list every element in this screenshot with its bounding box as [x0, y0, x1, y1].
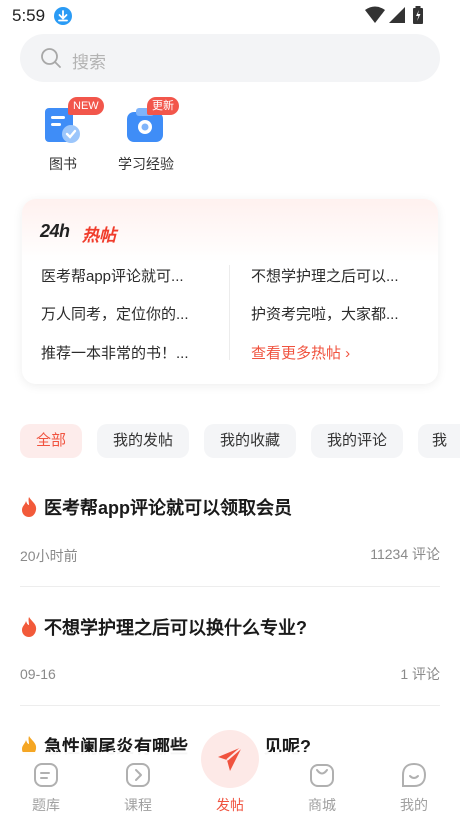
divider: [20, 705, 440, 706]
fire-icon: [22, 497, 37, 517]
nav-course[interactable]: 课程: [98, 752, 178, 818]
nav-shop[interactable]: 商城: [282, 752, 362, 818]
divider: [20, 586, 440, 587]
status-time: 5:59: [12, 6, 46, 25]
post-button[interactable]: [201, 730, 259, 788]
hot-post-link[interactable]: 医考帮app评论就可...: [41, 265, 216, 286]
question-bank-icon: [34, 763, 58, 787]
hot-posts-title-prefix: 24h: [40, 221, 70, 241]
update-badge: 更新: [147, 97, 179, 115]
tab-my-comments[interactable]: 我的评论: [311, 424, 403, 458]
tab-partial[interactable]: 我: [418, 424, 460, 458]
hot-post-link[interactable]: 万人同考，定位你的...: [41, 303, 216, 324]
nav-label: 题库: [32, 797, 60, 813]
filter-tabs: 全部 我的发帖 我的收藏 我的评论 我: [20, 424, 460, 458]
wifi-icon: [365, 6, 385, 23]
nav-question-bank[interactable]: 题库: [6, 752, 86, 818]
nav-label: 我的: [400, 797, 428, 813]
hot-post-link[interactable]: 推荐一本非常的书！...: [41, 342, 216, 363]
feed-comment-count: 1 评论: [400, 666, 440, 682]
quick-entry-label: 图书: [49, 156, 77, 172]
nav-profile[interactable]: 我的: [374, 752, 454, 818]
course-icon: [126, 763, 150, 787]
shop-bag-icon: [310, 764, 334, 787]
feed-time: 09-16: [20, 666, 56, 682]
nav-label: 商城: [308, 797, 336, 813]
feed-time: 20小时前: [20, 548, 78, 564]
hot-posts-title: 热帖: [82, 226, 116, 245]
feed-item[interactable]: 医考帮app评论就可以领取会员 20小时前 11234 评论: [20, 494, 440, 587]
nav-label: 课程: [124, 797, 152, 813]
feed-item[interactable]: 不想学护理之后可以换什么专业? 09-16 1 评论: [20, 614, 440, 707]
quick-entry-books[interactable]: NEW 图书: [18, 97, 108, 178]
download-icon: [54, 7, 72, 25]
hot-post-link[interactable]: 护资考完啦，大家都...: [251, 303, 426, 324]
tab-all[interactable]: 全部: [20, 424, 82, 458]
hot-posts-divider: [229, 265, 230, 360]
feed-title[interactable]: 医考帮app评论就可以领取会员: [44, 494, 292, 520]
signal-icon: [389, 7, 405, 23]
search-bar[interactable]: 搜索: [20, 34, 440, 82]
search-placeholder: 搜索: [72, 53, 106, 72]
tab-my-favorites[interactable]: 我的收藏: [204, 424, 296, 458]
fire-icon: [22, 617, 37, 637]
tab-my-posts[interactable]: 我的发帖: [97, 424, 189, 458]
battery-icon: [413, 6, 423, 24]
view-more-hot-posts-link[interactable]: 查看更多热帖 ›: [251, 342, 350, 363]
search-icon: [41, 48, 61, 68]
feed-comment-count: 11234 评论: [370, 546, 440, 562]
quick-entry-study-experience[interactable]: 更新 学习经验: [101, 97, 191, 178]
paper-plane-icon: [218, 746, 243, 771]
hot-posts-card: 24h 热帖 医考帮app评论就可... 万人同考，定位你的... 推荐一本非常…: [22, 199, 438, 384]
nav-label: 发帖: [216, 797, 244, 813]
profile-icon: [402, 762, 427, 787]
status-bar: 5:59: [0, 0, 460, 32]
new-badge: NEW: [68, 97, 104, 115]
quick-entry-label: 学习经验: [118, 156, 174, 172]
feed-title[interactable]: 不想学护理之后可以换什么专业?: [44, 614, 307, 640]
hot-post-link[interactable]: 不想学护理之后可以...: [251, 265, 426, 286]
